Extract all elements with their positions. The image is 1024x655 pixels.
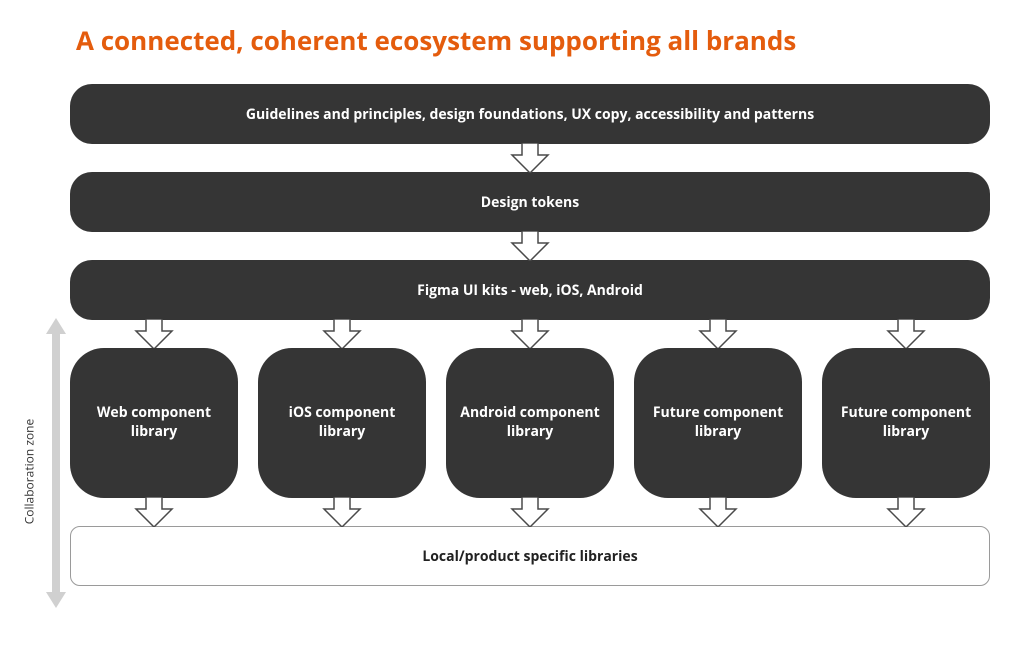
layer-figma-label: Figma UI kits - web, iOS, Android	[417, 281, 643, 300]
arrows-figma-to-components	[70, 319, 990, 349]
layer-guidelines-label: Guidelines and principles, design founda…	[246, 105, 814, 124]
layer-figma: Figma UI kits - web, iOS, Android	[70, 260, 990, 320]
card-android-component-library: Android component library	[446, 348, 614, 498]
arrow-down-icon	[886, 319, 926, 349]
arrow-down-icon	[322, 319, 362, 349]
arrow-down-icon	[134, 319, 174, 349]
arrow-down-icon	[322, 497, 362, 527]
card-ios-component-library: iOS component library	[258, 348, 426, 498]
arrows-components-to-local	[70, 497, 990, 527]
arrow-down-icon	[698, 497, 738, 527]
layer-local-libraries: Local/product specific libraries	[70, 526, 990, 586]
layer-guidelines: Guidelines and principles, design founda…	[70, 84, 990, 144]
page-title: A connected, coherent ecosystem supporti…	[76, 22, 796, 58]
card-web-component-library: Web component library	[70, 348, 238, 498]
layer-tokens-label: Design tokens	[481, 193, 579, 212]
component-libraries-row: Web component library iOS component libr…	[70, 348, 990, 498]
arrow-guidelines-to-tokens	[70, 143, 990, 173]
card-label: Future component library	[836, 404, 976, 442]
card-future-component-library: Future component library	[634, 348, 802, 498]
arrow-down-icon	[698, 319, 738, 349]
card-label: iOS component library	[272, 404, 412, 442]
card-label: Future component library	[648, 404, 788, 442]
ecosystem-diagram: Guidelines and principles, design founda…	[70, 84, 990, 586]
arrow-down-icon	[886, 497, 926, 527]
arrow-down-icon	[510, 143, 550, 173]
card-label: Web component library	[84, 404, 224, 442]
card-future-component-library: Future component library	[822, 348, 990, 498]
layer-tokens: Design tokens	[70, 172, 990, 232]
arrow-down-icon	[134, 497, 174, 527]
arrow-down-icon	[510, 497, 550, 527]
layer-local-label: Local/product specific libraries	[422, 547, 637, 566]
double-arrow-vertical-icon	[46, 318, 66, 608]
collaboration-zone-indicator: Collaboration zone	[8, 318, 68, 608]
collaboration-zone-label: Collaboration zone	[20, 419, 37, 525]
arrow-down-icon	[510, 319, 550, 349]
card-label: Android component library	[460, 404, 600, 442]
arrow-down-icon	[510, 231, 550, 261]
arrow-tokens-to-figma	[70, 231, 990, 261]
